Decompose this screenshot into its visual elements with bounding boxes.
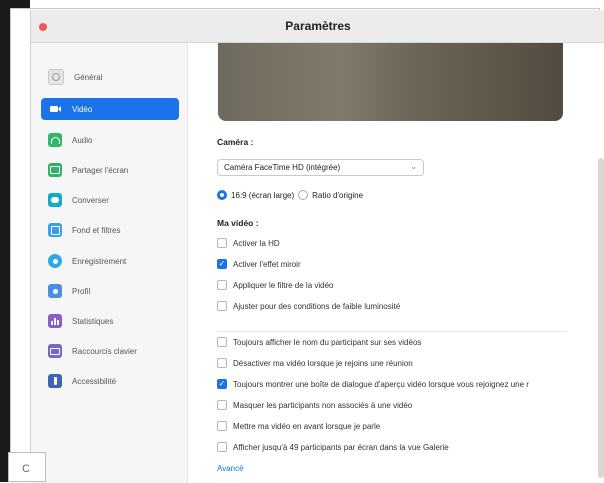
option-label: Désactiver ma vidéo lorsque je rejoins u…: [233, 358, 413, 368]
statistics-icon: [48, 314, 62, 328]
option-enable-hd[interactable]: Activer la HD: [217, 238, 280, 248]
option-label: Mettre ma vidéo en avant lorsque je parl…: [233, 421, 381, 431]
option-disable-video-on-join[interactable]: Désactiver ma vidéo lorsque je rejoins u…: [217, 358, 413, 368]
sidebar: Général Vidéo Audio Partager l'écran Con…: [31, 43, 187, 483]
sidebar-item-label: Statistiques: [72, 316, 114, 326]
camera-preview: [218, 43, 563, 121]
checkbox-checked[interactable]: ✓: [217, 379, 227, 389]
option-label: Activer la HD: [233, 238, 280, 248]
aspect-ratio-options: 16:9 (écran large) Ratio d'origine: [217, 190, 363, 200]
option-label: Afficher jusqu'à 49 participants par écr…: [233, 442, 449, 452]
video-settings-panel: Caméra : Caméra FaceTime HD (intégrée) ⌄…: [187, 43, 604, 483]
option-video-filter[interactable]: Appliquer le filtre de la vidéo: [217, 280, 334, 290]
radio-original-ratio[interactable]: [298, 190, 309, 200]
option-label: Toujours montrer une boîte de dialogue d…: [233, 379, 529, 389]
checkbox[interactable]: [217, 301, 227, 311]
video-camera-icon: [48, 102, 62, 116]
option-hide-non-video[interactable]: Masquer les participants non associés à …: [217, 400, 412, 410]
keyboard-icon: [48, 344, 62, 358]
option-49-participants[interactable]: Afficher jusqu'à 49 participants par écr…: [217, 442, 449, 452]
option-label: Ajuster pour des conditions de faible lu…: [233, 301, 401, 311]
chevron-updown-icon: ⌄: [410, 162, 417, 171]
sidebar-item-label: Vidéo: [72, 104, 93, 114]
accessibility-icon: [48, 374, 62, 388]
option-label: Masquer les participants non associés à …: [233, 400, 413, 410]
checkbox[interactable]: [217, 358, 227, 368]
sidebar-item-statistics[interactable]: Statistiques: [41, 310, 179, 332]
sidebar-item-label: Audio: [72, 135, 93, 145]
section-divider: [217, 331, 567, 332]
sidebar-item-video[interactable]: Vidéo: [41, 98, 179, 120]
radio-16-9-label: 16:9 (écran large): [231, 190, 295, 200]
option-show-participant-names[interactable]: Toujours afficher le nom du participant …: [217, 337, 421, 347]
option-spotlight-when-speaking[interactable]: Mettre ma vidéo en avant lorsque je parl…: [217, 421, 380, 431]
corner-label-box: C: [8, 452, 46, 482]
title-bar: Paramètres: [31, 10, 604, 43]
camera-select-value: Caméra FaceTime HD (intégrée): [224, 163, 341, 172]
option-video-preview-dialog[interactable]: ✓ Toujours montrer une boîte de dialogue…: [217, 379, 529, 389]
sidebar-item-label: Fond et filtres: [72, 225, 121, 235]
my-video-label: Ma vidéo :: [217, 218, 259, 228]
checkbox[interactable]: [217, 337, 227, 347]
sidebar-item-label: Général: [74, 72, 103, 82]
record-icon: [48, 254, 62, 268]
checkbox[interactable]: [217, 442, 227, 452]
sidebar-item-label: Enregistrement: [72, 256, 127, 266]
option-low-light[interactable]: Ajuster pour des conditions de faible lu…: [217, 301, 400, 311]
sidebar-item-background-filters[interactable]: Fond et filtres: [41, 219, 179, 241]
checkbox[interactable]: [217, 280, 227, 290]
vertical-scrollbar[interactable]: [598, 158, 604, 478]
camera-label: Caméra :: [217, 137, 254, 147]
option-label: Activer l'effet miroir: [233, 259, 301, 269]
window-title: Paramètres: [285, 19, 351, 33]
gear-icon: [48, 69, 64, 85]
chat-icon: [48, 193, 62, 207]
headphones-icon: [48, 133, 62, 147]
settings-window: Paramètres Général Vidéo Audio Partager …: [30, 10, 604, 483]
checkbox[interactable]: [217, 421, 227, 431]
share-screen-icon: [48, 163, 62, 177]
option-label: Appliquer le filtre de la vidéo: [233, 280, 334, 290]
sidebar-item-share-screen[interactable]: Partager l'écran: [41, 159, 179, 181]
sidebar-item-audio[interactable]: Audio: [41, 129, 179, 151]
sidebar-item-profile[interactable]: Profil: [41, 280, 179, 302]
sidebar-item-label: Raccourcis clavier: [72, 346, 137, 356]
sidebar-item-label: Accessibilité: [72, 376, 117, 386]
sidebar-item-label: Profil: [72, 286, 91, 296]
checkbox[interactable]: [217, 238, 227, 248]
option-label: Toujours afficher le nom du participant …: [233, 337, 422, 347]
sidebar-item-recording[interactable]: Enregistrement: [41, 250, 179, 272]
advanced-link[interactable]: Avancé: [217, 464, 244, 473]
checkbox-checked[interactable]: ✓: [217, 259, 227, 269]
radio-16-9[interactable]: [217, 190, 227, 200]
sidebar-item-accessibility[interactable]: Accessibilité: [41, 370, 179, 392]
sidebar-item-label: Converser: [72, 195, 109, 205]
checkbox[interactable]: [217, 400, 227, 410]
radio-original-ratio-label: Ratio d'origine: [312, 190, 364, 200]
background-filters-icon: [48, 223, 62, 237]
sidebar-item-label: Partager l'écran: [72, 165, 129, 175]
sidebar-item-general[interactable]: Général: [41, 66, 179, 88]
option-mirror-effect[interactable]: ✓ Activer l'effet miroir: [217, 259, 301, 269]
sidebar-item-chat[interactable]: Converser: [41, 189, 179, 211]
camera-select[interactable]: Caméra FaceTime HD (intégrée) ⌄: [217, 159, 424, 176]
profile-icon: [48, 284, 62, 298]
sidebar-item-keyboard-shortcuts[interactable]: Raccourcis clavier: [41, 340, 179, 362]
